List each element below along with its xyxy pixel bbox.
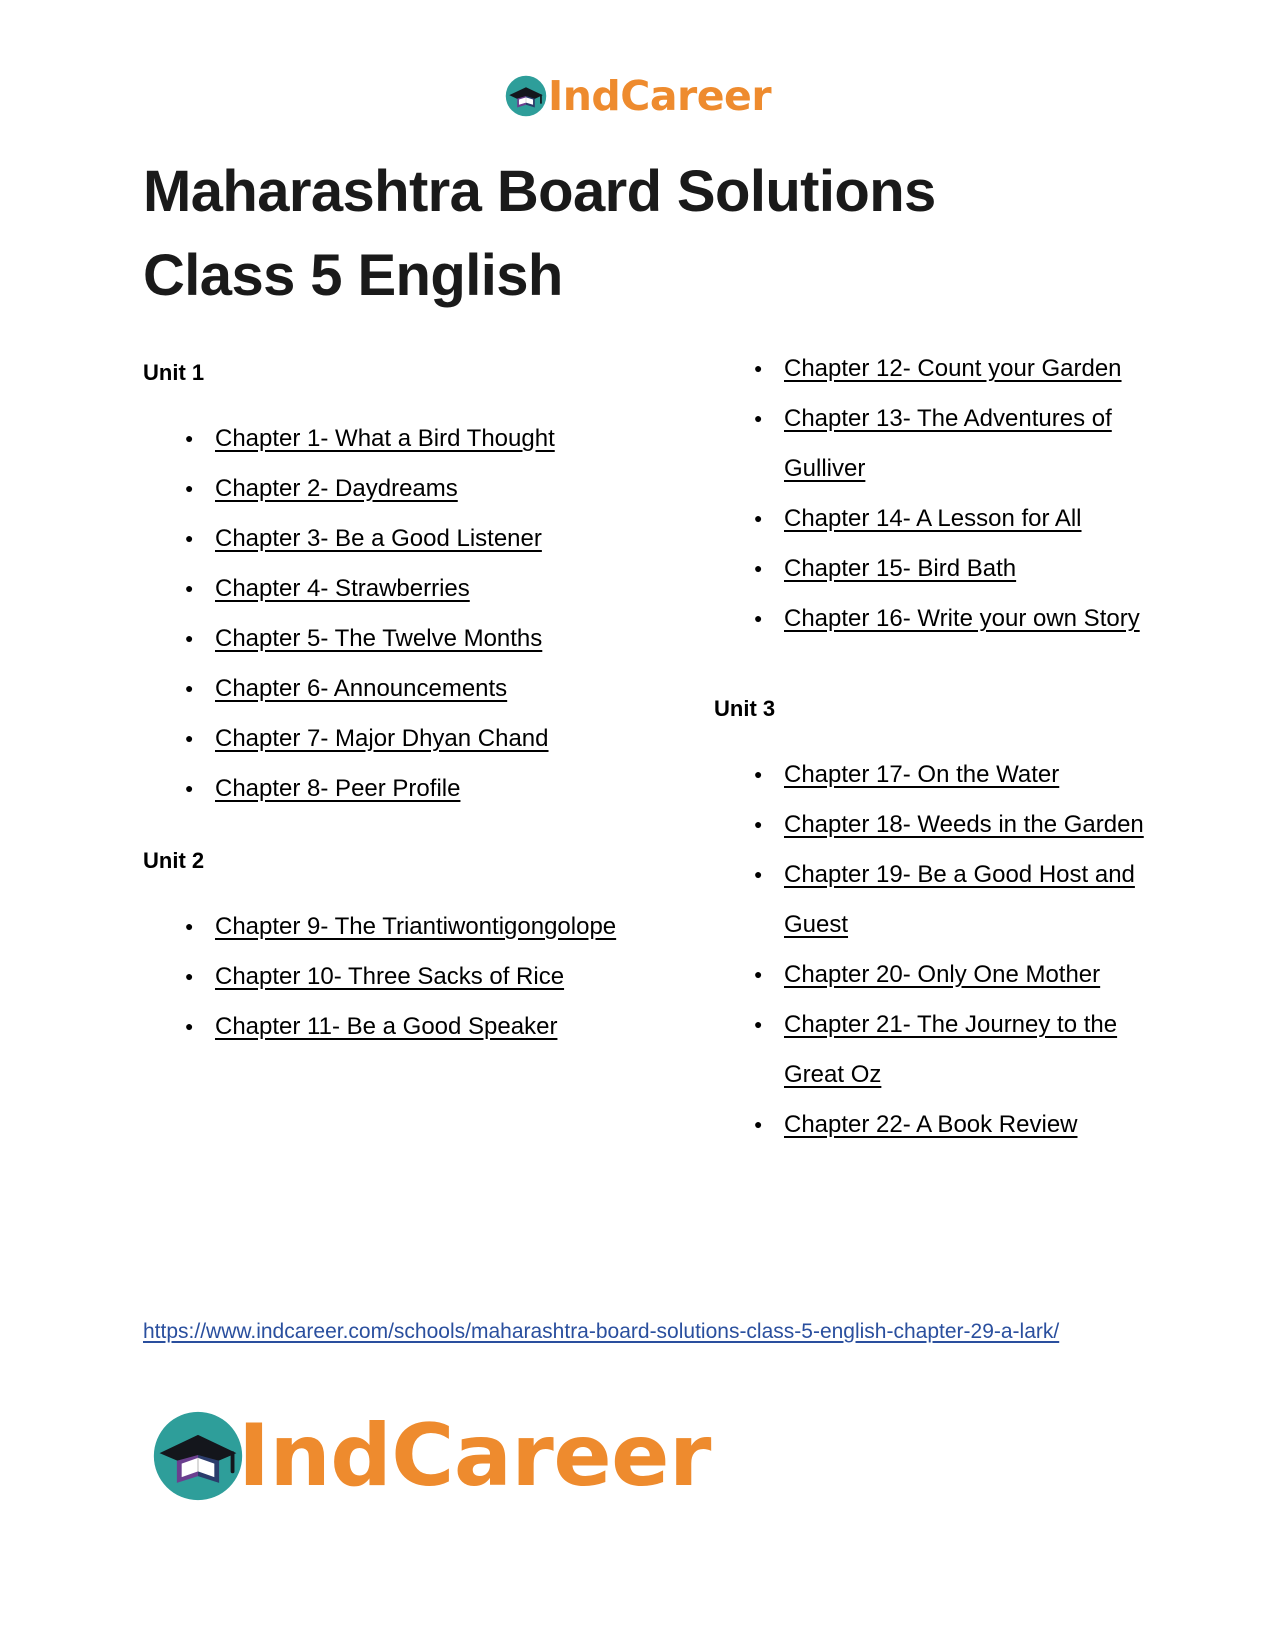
list-item: Chapter 18- Weeds in the Garden (714, 801, 1175, 851)
chapter-link[interactable]: Chapter 21- The Journey to the Great Oz (784, 1011, 1117, 1088)
header-logo: IndCareer (0, 0, 1275, 124)
list-item: Chapter 8- Peer Profile (143, 765, 659, 815)
chapter-columns: Unit 1 Chapter 1- What a Bird Thought Ch… (0, 345, 1275, 1151)
list-item: Chapter 3- Be a Good Listener (143, 515, 659, 565)
chapter-link[interactable]: Chapter 12- Count your Garden (784, 355, 1122, 382)
chapter-link[interactable]: Chapter 22- A Book Review (784, 1111, 1078, 1138)
chapter-link[interactable]: Chapter 4- Strawberries (215, 575, 470, 602)
unit-heading: Unit 2 (143, 847, 205, 873)
list-item: Chapter 22- A Book Review (714, 1101, 1175, 1151)
list-item: Chapter 1- What a Bird Thought (143, 415, 659, 465)
list-item: Chapter 16- Write your own Story (714, 595, 1175, 645)
list-item: Chapter 5- The Twelve Months (143, 615, 659, 665)
list-item: Chapter 10- Three Sacks of Rice (143, 953, 659, 1003)
document-page: IndCareer Maharashtra Board Solutions Cl… (0, 0, 1275, 1651)
chapter-link[interactable]: Chapter 15- Bird Bath (784, 555, 1016, 582)
chapter-link[interactable]: Chapter 1- What a Bird Thought (215, 425, 555, 452)
header-logo-text: IndCareer (547, 71, 772, 120)
list-item: Chapter 19- Be a Good Host and Guest (714, 851, 1175, 951)
chapter-link[interactable]: Chapter 20- Only One Mother (784, 961, 1100, 988)
right-column: Chapter 12- Count your Garden Chapter 13… (659, 345, 1175, 1151)
chapter-link[interactable]: Chapter 13- The Adventures of Gulliver (784, 405, 1112, 482)
list-item: Chapter 15- Bird Bath (714, 545, 1175, 595)
left-column: Unit 1 Chapter 1- What a Bird Thought Ch… (143, 357, 659, 1053)
source-url-link[interactable]: https://www.indcareer.com/schools/mahara… (143, 1320, 1059, 1343)
chapter-link[interactable]: Chapter 2- Daydreams (215, 475, 458, 502)
list-item: Chapter 9- The Triantiwontigongolope (143, 903, 659, 953)
chapter-list: Chapter 9- The Triantiwontigongolope Cha… (143, 903, 659, 1053)
chapter-list: Chapter 12- Count your Garden Chapter 13… (714, 345, 1175, 645)
chapter-link[interactable]: Chapter 7- Major Dhyan Chand (215, 725, 549, 752)
list-item: Chapter 11- Be a Good Speaker (143, 1003, 659, 1053)
list-item: Chapter 7- Major Dhyan Chand (143, 715, 659, 765)
unit-group: Unit 2 Chapter 9- The Triantiwontigongol… (143, 845, 659, 1053)
chapter-list: Chapter 17- On the Water Chapter 18- Wee… (714, 751, 1175, 1151)
list-item: Chapter 12- Count your Garden (714, 345, 1175, 395)
chapter-list: Chapter 1- What a Bird Thought Chapter 2… (143, 415, 659, 815)
unit-group: Chapter 12- Count your Garden Chapter 13… (714, 345, 1175, 645)
unit-group: Unit 3 Chapter 17- On the Water Chapter … (714, 693, 1175, 1151)
chapter-link[interactable]: Chapter 9- The Triantiwontigongolope (215, 913, 616, 940)
chapter-link[interactable]: Chapter 17- On the Water (784, 761, 1059, 788)
footer-logo: IndCareer (150, 1408, 711, 1504)
chapter-link[interactable]: Chapter 16- Write your own Story (784, 605, 1140, 632)
footer-logo-text: IndCareer (238, 1406, 711, 1506)
chapter-link[interactable]: Chapter 14- A Lesson for All (784, 505, 1082, 532)
chapter-link[interactable]: Chapter 8- Peer Profile (215, 775, 460, 802)
list-item: Chapter 17- On the Water (714, 751, 1175, 801)
list-item: Chapter 21- The Journey to the Great Oz (714, 1001, 1175, 1101)
chapter-link[interactable]: Chapter 6- Announcements (215, 675, 507, 702)
page-title: Maharashtra Board Solutions Class 5 Engl… (143, 159, 936, 308)
list-item: Chapter 4- Strawberries (143, 565, 659, 615)
chapter-link[interactable]: Chapter 5- The Twelve Months (215, 625, 542, 652)
chapter-link[interactable]: Chapter 10- Three Sacks of Rice (215, 963, 564, 990)
list-item: Chapter 6- Announcements (143, 665, 659, 715)
graduation-cap-book-icon (153, 1411, 243, 1501)
unit-heading: Unit 3 (714, 696, 776, 722)
graduation-cap-book-icon (505, 75, 547, 117)
chapter-link[interactable]: Chapter 11- Be a Good Speaker (215, 1013, 557, 1040)
chapter-link[interactable]: Chapter 18- Weeds in the Garden (784, 811, 1144, 838)
unit-group: Unit 1 Chapter 1- What a Bird Thought Ch… (143, 357, 659, 815)
list-item: Chapter 20- Only One Mother (714, 951, 1175, 1001)
chapter-link[interactable]: Chapter 3- Be a Good Listener (215, 525, 542, 552)
chapter-link[interactable]: Chapter 19- Be a Good Host and Guest (784, 861, 1135, 938)
list-item: Chapter 2- Daydreams (143, 465, 659, 515)
list-item: Chapter 14- A Lesson for All (714, 495, 1175, 545)
list-item: Chapter 13- The Adventures of Gulliver (714, 395, 1175, 495)
footer-url-container: https://www.indcareer.com/schools/mahara… (143, 1316, 1078, 1349)
unit-heading: Unit 1 (143, 360, 205, 386)
